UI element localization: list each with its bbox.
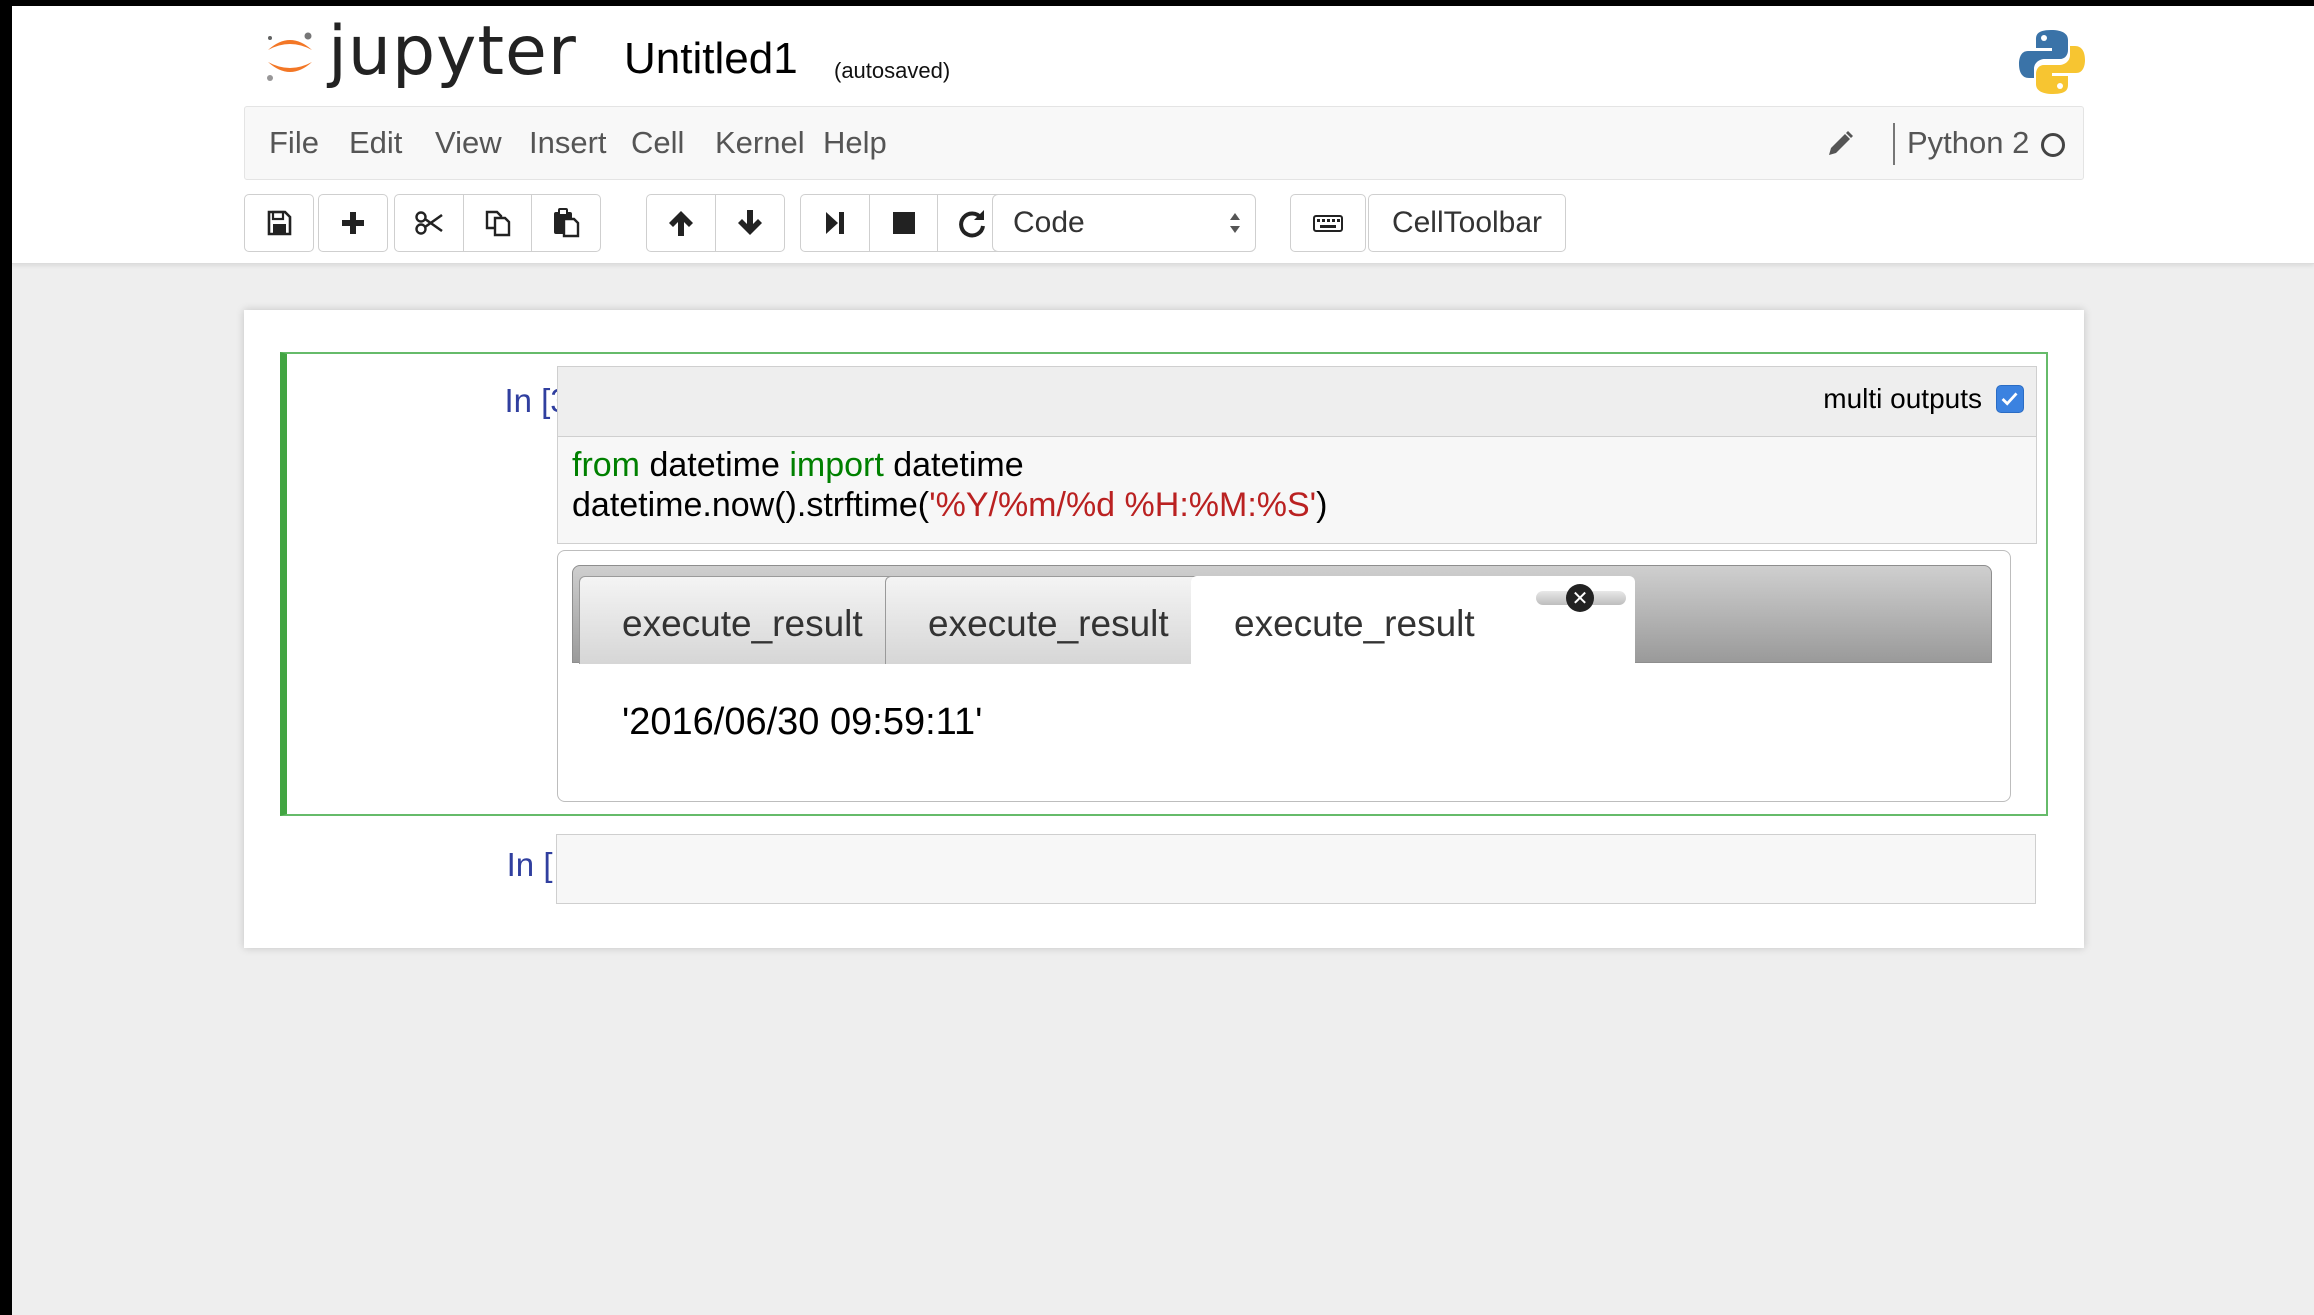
move-group [646, 194, 785, 252]
run-cell-button[interactable] [800, 194, 870, 252]
edit-group [394, 194, 601, 252]
code-line-1: from datetime import datetime [572, 445, 2022, 485]
paste-icon [554, 208, 580, 238]
jupyter-logo[interactable]: jupyter [262, 16, 577, 96]
kernel-name: Python 2 [1907, 125, 2030, 160]
browser-viewport: jupyter Untitled1 (autosaved) File Edit … [12, 6, 2314, 1315]
output-result: '2016/06/30 09:59:11' [622, 701, 983, 743]
select-arrows-icon [1230, 213, 1240, 233]
output-tab-label: execute_result [928, 603, 1169, 644]
multi-outputs-label: multi outputs [1823, 383, 1982, 414]
save-group [244, 194, 314, 252]
notebook-header: jupyter Untitled1 (autosaved) File Edit … [12, 6, 2314, 264]
code-string: '%Y/%m/%d %H:%M:%S' [929, 486, 1317, 524]
code-editor-empty[interactable] [556, 834, 2036, 904]
input-prompt: In [ ]: [506, 846, 580, 883]
menu-insert[interactable]: Insert [529, 107, 607, 179]
menu-kernel[interactable]: Kernel [715, 107, 805, 179]
step-forward-icon [826, 212, 844, 234]
celltoolbar-button[interactable]: CellToolbar [1368, 194, 1566, 252]
menu-edit[interactable]: Edit [349, 107, 402, 179]
cut-button[interactable] [394, 194, 464, 252]
command-palette-group [1290, 194, 1366, 252]
plus-icon [342, 212, 364, 234]
menu-cell[interactable]: Cell [631, 107, 684, 179]
cell-type-select[interactable]: Code [992, 194, 1256, 252]
cell-toolbar: multi outputs [557, 366, 2037, 436]
output-tab-label: execute_result [622, 603, 863, 644]
code-cell-selected[interactable]: In [3]: multi outputs from datetime impo… [280, 352, 2048, 816]
code-keyword: import [789, 446, 884, 484]
output-area: execute_result ✕ execute_result ✕ execut… [557, 550, 2011, 802]
stop-icon [892, 212, 915, 234]
save-button[interactable] [244, 194, 314, 252]
pencil-icon[interactable] [1825, 129, 1855, 159]
code-line-2: datetime.now().strftime('%Y/%m/%d %H:%M:… [572, 485, 2022, 525]
copy-button[interactable] [462, 194, 533, 252]
close-icon[interactable]: ✕ [1566, 584, 1594, 612]
tab-close-slider: ✕ [1536, 584, 1626, 612]
arrow-down-icon [737, 210, 762, 235]
interrupt-kernel-button[interactable] [868, 194, 939, 252]
python-logo-icon [2019, 30, 2085, 94]
kernel-idle-indicator-icon [2041, 133, 2065, 157]
output-tabs-bar: execute_result ✕ execute_result ✕ execut… [572, 565, 1992, 666]
jupyter-logo-icon [267, 32, 312, 81]
arrow-up-icon [669, 211, 693, 236]
checkmark-icon [2001, 392, 2018, 406]
paste-button[interactable] [531, 194, 601, 252]
menu-bar: File Edit View Insert Cell Kernel Help P… [244, 106, 2084, 180]
insert-group [318, 194, 388, 252]
cell-type-value: Code [1013, 206, 1085, 239]
move-up-button[interactable] [646, 194, 716, 252]
refresh-icon [959, 210, 985, 238]
save-icon [267, 210, 292, 236]
keyboard-icon [1313, 215, 1343, 232]
menu-help[interactable]: Help [823, 107, 887, 179]
code-text: datetime [883, 446, 1024, 484]
copy-icon [485, 210, 510, 237]
notebook-name[interactable]: Untitled1 [624, 34, 798, 84]
code-text: datetime.now().strftime( [572, 486, 930, 524]
menu-file[interactable]: File [269, 107, 319, 179]
code-text: ) [1316, 486, 1328, 524]
menu-view[interactable]: View [435, 107, 502, 179]
insert-cell-button[interactable] [318, 194, 388, 252]
output-tab-label: execute_result [1234, 603, 1475, 644]
move-down-button[interactable] [714, 194, 785, 252]
output-tab-3-active[interactable]: execute_result ✕ [1191, 576, 1635, 666]
code-text: datetime [640, 446, 790, 484]
multi-outputs-checkbox[interactable] [1996, 385, 2024, 413]
autosave-status: (autosaved) [834, 58, 951, 83]
code-keyword: from [572, 446, 640, 484]
cut-icon [415, 211, 443, 235]
notebook-container: In [3]: multi outputs from datetime impo… [244, 310, 2084, 948]
code-editor[interactable]: from datetime import datetime datetime.n… [557, 436, 2037, 544]
jupyter-logo-text: jupyter [328, 12, 577, 91]
command-palette-button[interactable] [1290, 194, 1366, 252]
kernel-separator [1893, 123, 1895, 165]
run-group [800, 194, 1007, 252]
